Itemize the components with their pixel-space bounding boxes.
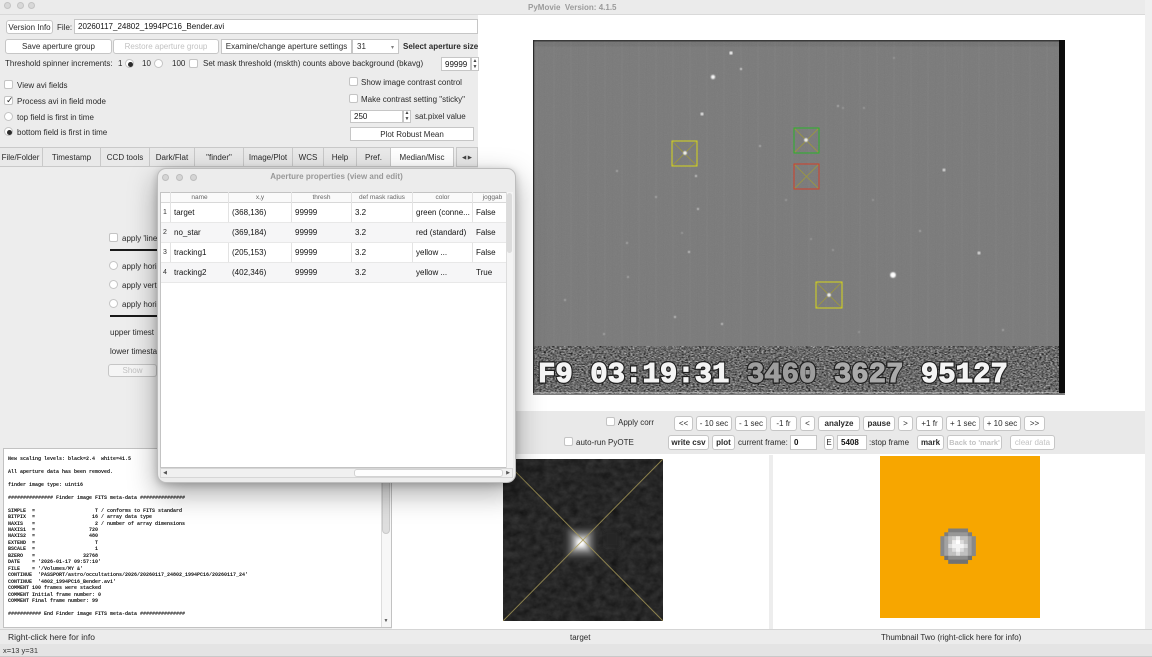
svg-text:F9 03:19:31 3460 3627 95127: F9 03:19:31 3460 3627 95127 <box>538 358 1008 391</box>
